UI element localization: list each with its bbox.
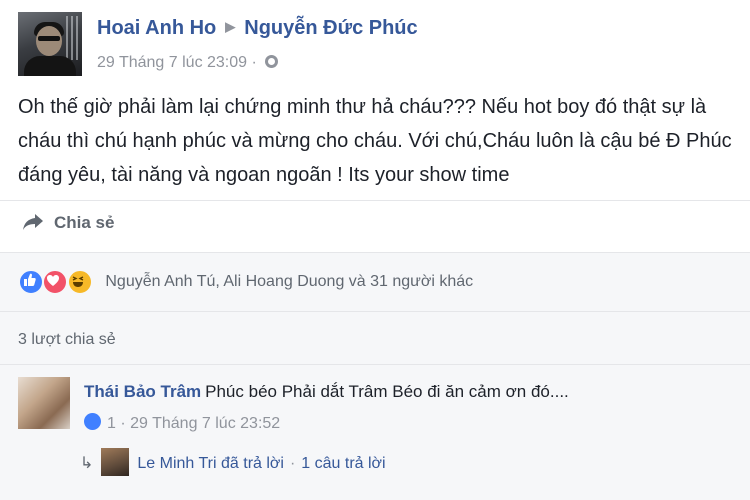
divider bbox=[0, 364, 750, 365]
globe-icon[interactable] bbox=[265, 55, 279, 68]
reactions-text: Nguyễn Anh Tú, Ali Hoang Duong và 31 ngư… bbox=[105, 273, 474, 290]
like-icon bbox=[18, 269, 44, 295]
commenter-name-link[interactable]: Thái Bảo Trâm bbox=[84, 382, 201, 401]
replier-avatar bbox=[101, 448, 130, 476]
comment-timestamp[interactable]: 29 Tháng 7 lúc 23:52 bbox=[130, 415, 280, 432]
post-header: Hoai Anh Ho ▶ Nguyễn Đức Phúc bbox=[97, 17, 418, 40]
share-button[interactable]: Chia sẻ bbox=[22, 213, 114, 233]
comment-like-count[interactable]: 1 bbox=[107, 415, 116, 432]
comment-meta: 1 · 29 Tháng 7 lúc 23:52 bbox=[84, 413, 280, 433]
divider bbox=[0, 311, 750, 312]
post-timestamp[interactable]: 29 Tháng 7 lúc 23:09 bbox=[97, 54, 247, 71]
like-icon bbox=[84, 413, 101, 430]
post-meta: 29 Tháng 7 lúc 23:09 · bbox=[97, 54, 279, 72]
commenter-avatar[interactable] bbox=[18, 377, 70, 429]
comment-text: Phúc béo Phải dắt Trâm Béo đi ăn cảm ơn … bbox=[205, 382, 569, 401]
reply-summary[interactable]: ↳ Le Minh Tri đã trả lời · 1 câu trả lời bbox=[80, 448, 386, 476]
love-icon bbox=[42, 269, 69, 295]
comment: Thái Bảo Trâm Phúc béo Phải dắt Trâm Béo … bbox=[84, 382, 569, 402]
share-label: Chia sẻ bbox=[54, 213, 115, 232]
author-avatar[interactable] bbox=[18, 12, 82, 76]
haha-icon bbox=[66, 269, 93, 295]
shares-count-link[interactable]: 3 lượt chia sẻ bbox=[18, 331, 116, 349]
post-body-text: Oh thế giờ phải làm lại chứng minh thư h… bbox=[18, 96, 732, 186]
divider bbox=[0, 200, 750, 201]
meta-separator: · bbox=[289, 455, 296, 472]
replier-name[interactable]: Le Minh Tri bbox=[137, 455, 216, 472]
reply-arrow-icon: ↳ bbox=[80, 455, 94, 472]
share-arrow-icon bbox=[23, 214, 43, 230]
reply-count-link[interactable]: 1 câu trả lời bbox=[301, 455, 385, 472]
meta-separator: · bbox=[251, 54, 257, 71]
author-name-link[interactable]: Hoai Anh Ho bbox=[97, 17, 216, 39]
facebook-post: Hoai Anh Ho ▶ Nguyễn Đức Phúc 29 Tháng 7 l… bbox=[0, 0, 750, 500]
reactions-summary[interactable]: Nguyễn Anh Tú, Ali Hoang Duong và 31 ngư… bbox=[18, 269, 473, 295]
divider bbox=[0, 252, 750, 253]
reply-action: đã trả lời bbox=[221, 455, 284, 472]
triangle-right-icon: ▶ bbox=[225, 19, 236, 34]
recipient-name-link[interactable]: Nguyễn Đức Phúc bbox=[244, 17, 417, 39]
meta-separator: · bbox=[120, 415, 126, 432]
